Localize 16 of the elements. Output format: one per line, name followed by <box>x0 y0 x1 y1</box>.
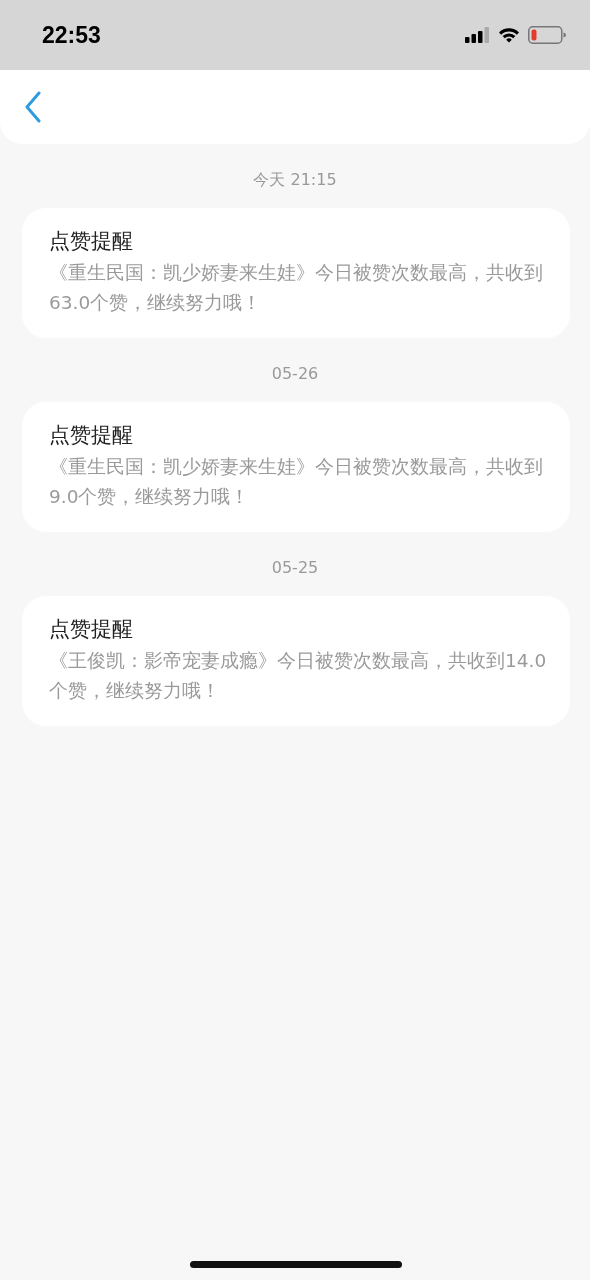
notification-text: 《重生民国：凯少娇妻来生娃》今日被赞次数最高，共收到9.0个赞，继续努力哦！ <box>49 455 544 509</box>
notification-card[interactable]: 点赞提醒 《王俊凯：影帝宠妻成瘾》今日被赞次数最高，共收到14.0个赞，继续努力哦！ <box>22 596 570 726</box>
battery-icon <box>528 26 566 44</box>
date-label: 05-26 <box>271 364 319 383</box>
notification-text: 《重生民国：凯少娇妻来生娃》今日被赞次数最高，共收到63.0个赞，继续努力哦！ <box>49 261 544 315</box>
notification-card[interactable]: 点赞提醒 《重生民国：凯少娇妻来生娃》今日被赞次数最高，共收到63.0个赞，继续努力哦！ <box>22 208 570 338</box>
notification-card[interactable]: 点赞提醒 《重生民国：凯少娇妻来生娃》今日被赞次数最高，共收到9.0个赞，继续努力哦！ <box>22 402 570 532</box>
wifi-icon <box>498 27 520 43</box>
date-label: 05-25 <box>271 558 319 577</box>
status-time: 22:53 <box>42 20 101 50</box>
notification-text: 《王俊凯：影帝宠妻成瘾》今日被赞次数最高，共收到14.0个赞，继续努力哦！ <box>49 649 548 703</box>
notification-title: 点赞提醒 <box>49 228 134 255</box>
signal-icon <box>465 27 490 43</box>
notification-title: 点赞提醒 <box>49 422 134 449</box>
date-label: 今天 21:15 <box>253 170 337 189</box>
notification-title: 点赞提醒 <box>49 616 134 643</box>
